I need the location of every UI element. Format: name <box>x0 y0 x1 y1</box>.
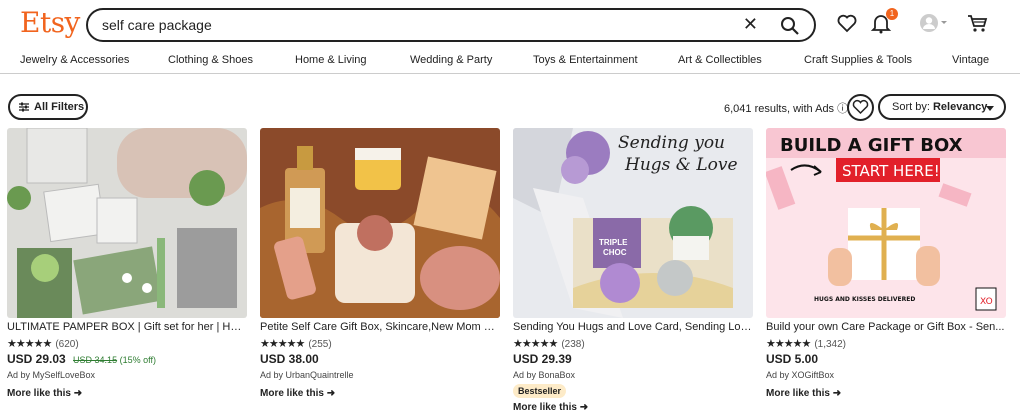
review-count: (238) <box>561 339 585 350</box>
svg-text:XO: XO <box>980 297 993 307</box>
more-like-this-link[interactable]: More like this ➜ <box>766 388 841 399</box>
close-icon[interactable]: ✕ <box>743 14 758 35</box>
filter-sliders-icon <box>19 102 29 112</box>
product-rating: ★★★★★ (238) <box>513 337 585 350</box>
sort-dropdown[interactable]: Sort by: Relevancy <box>878 94 1006 120</box>
category-link[interactable]: Toys & Entertainment <box>533 54 638 66</box>
product-title[interactable]: ULTIMATE PAMPER BOX | Gift set for her |… <box>7 321 247 333</box>
star-rating-icon: ★★★★★ <box>7 338 52 350</box>
etsy-logo[interactable]: Etsy <box>20 6 80 39</box>
product-price: USD 29.39 <box>513 352 572 366</box>
product-price: USD 29.03 USD 34.15 (15% off) <box>7 352 156 366</box>
sort-prefix: Sort by: <box>892 101 933 113</box>
all-filters-button[interactable]: All Filters <box>8 94 88 120</box>
category-nav: Jewelry & Accessories Clothing & Shoes H… <box>0 48 1020 74</box>
seller-ad[interactable]: Ad by BonaBox <box>513 370 575 380</box>
product-price: USD 5.00 <box>766 352 818 366</box>
discount-label: (15% off) <box>119 355 156 365</box>
star-rating-icon: ★★★★★ <box>260 338 305 350</box>
product-rating: ★★★★★ (1,342) <box>766 337 846 350</box>
image-text: BUILD A GIFT BOX <box>780 135 963 156</box>
bestseller-badge: Bestseller <box>513 384 567 398</box>
category-link[interactable]: Wedding & Party <box>410 54 492 66</box>
image-text: Hugs & Love <box>624 155 738 175</box>
all-filters-label: All Filters <box>34 101 85 113</box>
category-link[interactable]: Craft Supplies & Tools <box>804 54 912 66</box>
site-header: Etsy self care package ✕ 1 <box>0 0 1020 48</box>
product-rating: ★★★★★ (255) <box>260 337 332 350</box>
product-image[interactable]: BUILD A GIFT BOX START HERE! HUGS AND KI… <box>766 128 1006 318</box>
cart-icon[interactable] <box>966 12 988 34</box>
search-icon[interactable] <box>780 16 800 36</box>
account-avatar-icon[interactable] <box>918 12 948 34</box>
save-search-button[interactable] <box>847 94 874 121</box>
search-input[interactable]: self care package <box>102 17 212 33</box>
category-link[interactable]: Home & Living <box>295 54 367 66</box>
more-like-this-link[interactable]: More like this ➜ <box>513 402 588 413</box>
image-text: START HERE! <box>842 162 940 180</box>
category-link[interactable]: Clothing & Shoes <box>168 54 253 66</box>
sort-value: Relevancy <box>932 101 988 113</box>
seller-ad[interactable]: Ad by XOGiftBox <box>766 370 834 380</box>
search-bar[interactable]: self care package ✕ <box>86 8 816 42</box>
category-link[interactable]: Vintage <box>952 54 989 66</box>
product-card[interactable]: Petite Self Care Gift Box, Skincare,New … <box>260 128 500 420</box>
category-link[interactable]: Art & Collectibles <box>678 54 762 66</box>
product-label: CHOC <box>603 248 627 257</box>
original-price: USD 34.15 <box>73 355 118 365</box>
arrow-right-icon: ➜ <box>73 388 83 399</box>
product-rating: ★★★★★ (620) <box>7 337 79 350</box>
product-title[interactable]: Petite Self Care Gift Box, Skincare,New … <box>260 321 500 333</box>
product-card[interactable]: Sending you Hugs & Love TRIPLE CHOC Send… <box>513 128 753 420</box>
product-card[interactable]: ULTIMATE PAMPER BOX | Gift set for her |… <box>7 128 247 420</box>
product-title[interactable]: Build your own Care Package or Gift Box … <box>766 321 1006 333</box>
current-price: USD 29.03 <box>7 352 66 366</box>
seller-ad[interactable]: Ad by MySelfLoveBox <box>7 370 95 380</box>
current-price: USD 38.00 <box>260 352 319 366</box>
product-image[interactable] <box>7 128 247 318</box>
image-text: HUGS AND KISSES DELIVERED <box>814 296 915 303</box>
category-link[interactable]: Jewelry & Accessories <box>20 54 129 66</box>
review-count: (1,342) <box>814 339 846 350</box>
current-price: USD 5.00 <box>766 352 819 366</box>
product-label: TRIPLE <box>599 238 628 247</box>
image-text: Sending you <box>618 133 725 153</box>
current-price: USD 29.39 <box>513 352 572 366</box>
seller-ad[interactable]: Ad by UrbanQuaintrelle <box>260 370 354 380</box>
product-image[interactable] <box>260 128 500 318</box>
arrow-right-icon: ➜ <box>579 402 589 413</box>
product-image[interactable]: Sending you Hugs & Love TRIPLE CHOC <box>513 128 753 318</box>
chevron-down-icon <box>986 106 994 111</box>
arrow-right-icon: ➜ <box>326 388 336 399</box>
arrow-right-icon: ➜ <box>832 388 842 399</box>
product-card[interactable]: BUILD A GIFT BOX START HERE! HUGS AND KI… <box>766 128 1006 420</box>
product-price: USD 38.00 <box>260 352 319 366</box>
review-count: (620) <box>55 339 79 350</box>
more-like-this-link[interactable]: More like this ➜ <box>260 388 335 399</box>
notification-badge: 1 <box>886 8 898 20</box>
star-rating-icon: ★★★★★ <box>766 338 811 350</box>
more-like-this-link[interactable]: More like this ➜ <box>7 388 82 399</box>
favorites-heart-icon[interactable] <box>836 12 858 34</box>
heart-icon <box>852 99 869 115</box>
product-title[interactable]: Sending You Hugs and Love Card, Sending … <box>513 321 753 333</box>
results-count: 6,041 results, with Ads ⓘ <box>724 103 849 115</box>
review-count: (255) <box>308 339 332 350</box>
star-rating-icon: ★★★★★ <box>513 338 558 350</box>
